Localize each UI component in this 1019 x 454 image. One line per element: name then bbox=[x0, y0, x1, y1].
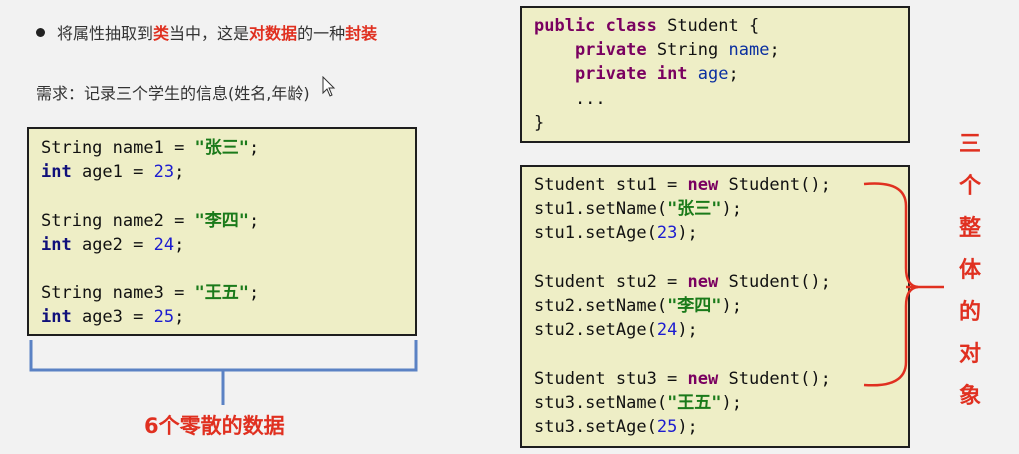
caption-char: 个 bbox=[958, 174, 981, 199]
caption-char: 整 bbox=[958, 216, 981, 241]
red-brace-icon bbox=[863, 182, 919, 387]
blue-bracket-icon bbox=[29, 340, 418, 405]
scattered-data-caption: 6个零散的数据 bbox=[144, 414, 285, 438]
annotation-brackets bbox=[29, 182, 944, 405]
caption-char: 的 bbox=[958, 300, 981, 325]
three-objects-caption: 三 个 整 体 的 对 象 bbox=[956, 124, 984, 418]
caption-char: 三 bbox=[958, 132, 981, 157]
caption-char: 象 bbox=[958, 384, 981, 409]
caption-char: 对 bbox=[958, 342, 981, 367]
caption-char: 体 bbox=[958, 258, 981, 283]
